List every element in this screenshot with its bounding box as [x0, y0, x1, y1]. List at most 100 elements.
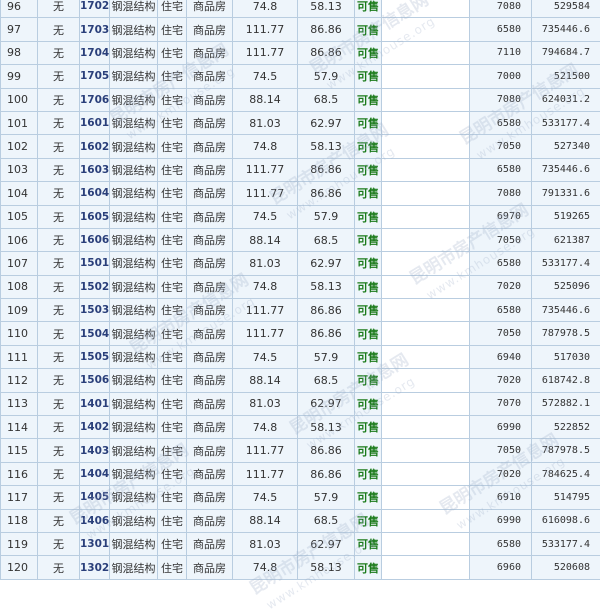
inner-area-cell: 62.97	[298, 252, 355, 275]
total-price-cell: 533177.4	[532, 111, 600, 134]
room-number-link[interactable]: 1503	[80, 299, 110, 322]
no-value-cell: 无	[38, 439, 80, 462]
unit-price-cell: 6990	[470, 509, 532, 532]
total-price-cell: 735446.6	[532, 158, 600, 181]
house-type-cell: 商品房	[187, 0, 233, 18]
room-number-link[interactable]: 1602	[80, 135, 110, 158]
sale-status-cell: 可售	[355, 556, 382, 579]
blank-cell	[382, 0, 470, 18]
blank-cell	[382, 439, 470, 462]
room-number-link[interactable]: 1502	[80, 275, 110, 298]
house-type-cell: 商品房	[187, 369, 233, 392]
room-number-link[interactable]: 1504	[80, 322, 110, 345]
room-number-link[interactable]: 1506	[80, 369, 110, 392]
blank-cell	[382, 345, 470, 368]
no-value-cell: 无	[38, 509, 80, 532]
house-type-cell: 商品房	[187, 532, 233, 555]
inner-area-cell: 68.5	[298, 369, 355, 392]
house-type-cell: 商品房	[187, 18, 233, 41]
room-number-link[interactable]: 1705	[80, 65, 110, 88]
room-number-link[interactable]: 1505	[80, 345, 110, 368]
structure-cell: 钢混结构	[110, 345, 158, 368]
row-index-cell: 116	[1, 462, 38, 485]
inner-area-cell: 68.5	[298, 228, 355, 251]
no-value-cell: 无	[38, 228, 80, 251]
no-value-cell: 无	[38, 182, 80, 205]
room-number-link[interactable]: 1603	[80, 158, 110, 181]
structure-cell: 钢混结构	[110, 18, 158, 41]
unit-price-cell: 6580	[470, 532, 532, 555]
row-index-cell: 105	[1, 205, 38, 228]
row-index-cell: 111	[1, 345, 38, 368]
room-number-link[interactable]: 1501	[80, 252, 110, 275]
structure-cell: 钢混结构	[110, 462, 158, 485]
structure-cell: 钢混结构	[110, 0, 158, 18]
sale-status-cell: 可售	[355, 299, 382, 322]
structure-cell: 钢混结构	[110, 205, 158, 228]
table-row: 112无1506钢混结构住宅商品房88.1468.5可售7020618742.8	[1, 369, 600, 392]
room-number-link[interactable]: 1706	[80, 88, 110, 111]
inner-area-cell: 57.9	[298, 205, 355, 228]
table-row: 100无1706钢混结构住宅商品房88.1468.5可售7080624031.2	[1, 88, 600, 111]
room-number-link[interactable]: 1401	[80, 392, 110, 415]
table-row: 110无1504钢混结构住宅商品房111.7786.86可售7050787978…	[1, 322, 600, 345]
room-number-link[interactable]: 1703	[80, 18, 110, 41]
room-number-link[interactable]: 1301	[80, 532, 110, 555]
room-number-link[interactable]: 1406	[80, 509, 110, 532]
structure-cell: 钢混结构	[110, 556, 158, 579]
unit-price-cell: 6580	[470, 252, 532, 275]
table-row: 102无1602钢混结构住宅商品房74.858.13可售7050527340	[1, 135, 600, 158]
sale-status-cell: 可售	[355, 65, 382, 88]
building-area-cell: 74.8	[233, 275, 298, 298]
use-cell: 住宅	[158, 182, 187, 205]
total-price-cell: 525096	[532, 275, 600, 298]
blank-cell	[382, 41, 470, 64]
table-row: 108无1502钢混结构住宅商品房74.858.13可售7020525096	[1, 275, 600, 298]
no-value-cell: 无	[38, 556, 80, 579]
total-price-cell: 787978.5	[532, 322, 600, 345]
room-number-link[interactable]: 1604	[80, 182, 110, 205]
building-area-cell: 111.77	[233, 462, 298, 485]
house-type-cell: 商品房	[187, 416, 233, 439]
table-row: 120无1302钢混结构住宅商品房74.858.13可售6960520608	[1, 556, 600, 579]
table-row: 96无1702钢混结构住宅商品房74.858.13可售7080529584	[1, 0, 600, 18]
inner-area-cell: 68.5	[298, 509, 355, 532]
room-number-link[interactable]: 1601	[80, 111, 110, 134]
structure-cell: 钢混结构	[110, 158, 158, 181]
room-number-link[interactable]: 1404	[80, 462, 110, 485]
unit-price-cell: 6970	[470, 205, 532, 228]
room-number-link[interactable]: 1302	[80, 556, 110, 579]
no-value-cell: 无	[38, 345, 80, 368]
unit-price-cell: 7080	[470, 182, 532, 205]
building-area-cell: 81.03	[233, 532, 298, 555]
house-type-cell: 商品房	[187, 439, 233, 462]
sale-status-cell: 可售	[355, 135, 382, 158]
room-number-link[interactable]: 1606	[80, 228, 110, 251]
room-number-link[interactable]: 1405	[80, 486, 110, 509]
house-type-cell: 商品房	[187, 111, 233, 134]
use-cell: 住宅	[158, 369, 187, 392]
no-value-cell: 无	[38, 322, 80, 345]
house-type-cell: 商品房	[187, 41, 233, 64]
row-index-cell: 109	[1, 299, 38, 322]
use-cell: 住宅	[158, 88, 187, 111]
total-price-cell: 572882.1	[532, 392, 600, 415]
no-value-cell: 无	[38, 65, 80, 88]
total-price-cell: 791331.6	[532, 182, 600, 205]
total-price-cell: 517030	[532, 345, 600, 368]
room-number-link[interactable]: 1605	[80, 205, 110, 228]
use-cell: 住宅	[158, 509, 187, 532]
use-cell: 住宅	[158, 299, 187, 322]
room-number-link[interactable]: 1702	[80, 0, 110, 18]
blank-cell	[382, 486, 470, 509]
sale-status-cell: 可售	[355, 18, 382, 41]
structure-cell: 钢混结构	[110, 182, 158, 205]
sale-status-cell: 可售	[355, 509, 382, 532]
total-price-cell: 519265	[532, 205, 600, 228]
room-number-link[interactable]: 1402	[80, 416, 110, 439]
house-type-cell: 商品房	[187, 158, 233, 181]
structure-cell: 钢混结构	[110, 41, 158, 64]
total-price-cell: 616098.6	[532, 509, 600, 532]
room-number-link[interactable]: 1403	[80, 439, 110, 462]
room-number-link[interactable]: 1704	[80, 41, 110, 64]
